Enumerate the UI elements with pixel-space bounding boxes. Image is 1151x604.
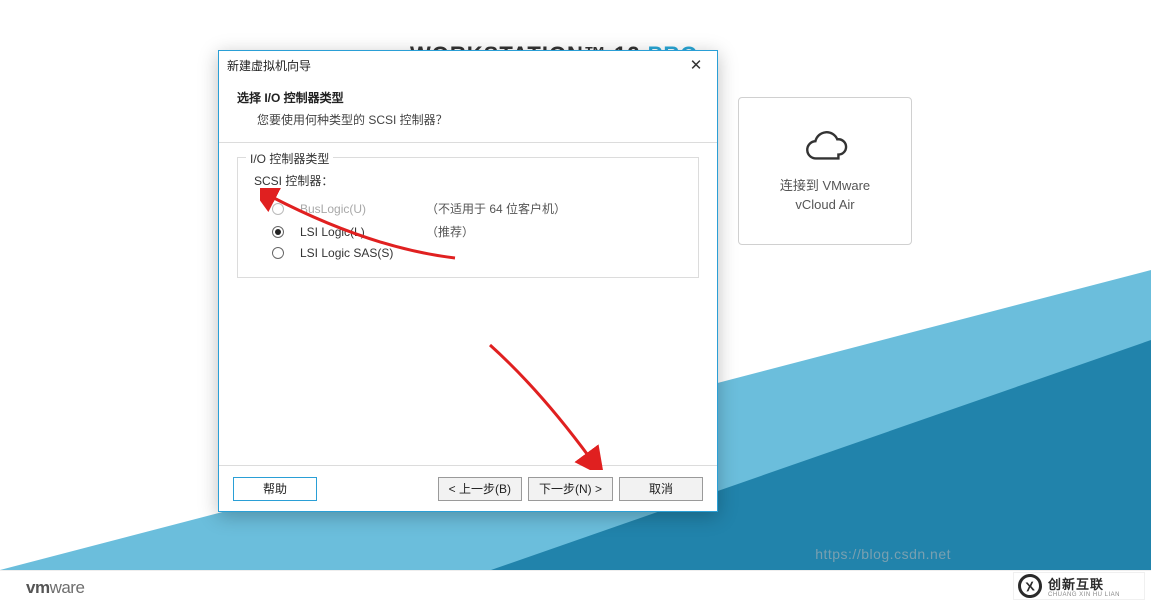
watermark-text: https://blog.csdn.net [815,546,951,562]
next-button[interactable]: 下一步(N) > [528,477,613,501]
vcloud-air-card[interactable]: 连接到 VMware vCloud Air [738,97,912,245]
radio-row-lsilogicsas[interactable]: LSI Logic SAS(S) [250,243,686,263]
titlebar: 新建虚拟机向导 ✕ [219,51,717,79]
dialog-title: 新建虚拟机向导 [227,57,311,74]
cxhl-en: CHUANG XIN HU LIAN [1048,592,1120,598]
cloud-icon [802,128,848,165]
scsi-label: SCSI 控制器： [254,172,686,189]
wizard-dialog: 新建虚拟机向导 ✕ 选择 I/O 控制器类型 您要使用何种类型的 SCSI 控制… [218,50,718,512]
bottom-bar: vmware [0,570,1151,604]
close-button[interactable]: ✕ [681,54,711,76]
radio-hint-lsilogic: （推荐） [426,223,474,240]
group-legend: I/O 控制器类型 [246,150,333,167]
vmware-logo: vmware [26,578,84,598]
radio-label-lsilogic: LSI Logic(L) [300,225,410,239]
radio-label-lsilogicsas: LSI Logic SAS(S) [300,246,410,260]
cxhl-logo: X 创新互联 CHUANG XIN HU LIAN [1013,572,1145,600]
dialog-header: 选择 I/O 控制器类型 您要使用何种类型的 SCSI 控制器？ [219,79,717,143]
io-controller-group: I/O 控制器类型 SCSI 控制器： BusLogic(U) （不适用于 64… [237,157,699,278]
help-button[interactable]: 帮助 [233,477,317,501]
radio-row-lsilogic[interactable]: LSI Logic(L) （推荐） [250,220,686,243]
dialog-footer: 帮助 < 上一步(B) 下一步(N) > 取消 [219,465,717,511]
radio-lsilogicsas[interactable] [272,247,284,259]
radio-hint-buslogic: （不适用于 64 位客户机） [426,200,566,217]
dialog-body: I/O 控制器类型 SCSI 控制器： BusLogic(U) （不适用于 64… [219,143,717,465]
radio-lsilogic[interactable] [272,226,284,238]
dialog-header-subtitle: 您要使用何种类型的 SCSI 控制器？ [237,111,699,128]
back-button[interactable]: < 上一步(B) [438,477,522,501]
vcloud-card-label: 连接到 VMware vCloud Air [780,177,870,213]
close-icon: ✕ [690,56,703,74]
radio-label-buslogic: BusLogic(U) [300,202,410,216]
dialog-header-title: 选择 I/O 控制器类型 [237,89,699,106]
cancel-button[interactable]: 取消 [619,477,703,501]
cxhl-mark-icon: X [1016,572,1043,599]
radio-buslogic[interactable] [272,203,284,215]
radio-row-buslogic[interactable]: BusLogic(U) （不适用于 64 位客户机） [250,197,686,220]
cxhl-cn: 创新互联 [1048,577,1104,592]
